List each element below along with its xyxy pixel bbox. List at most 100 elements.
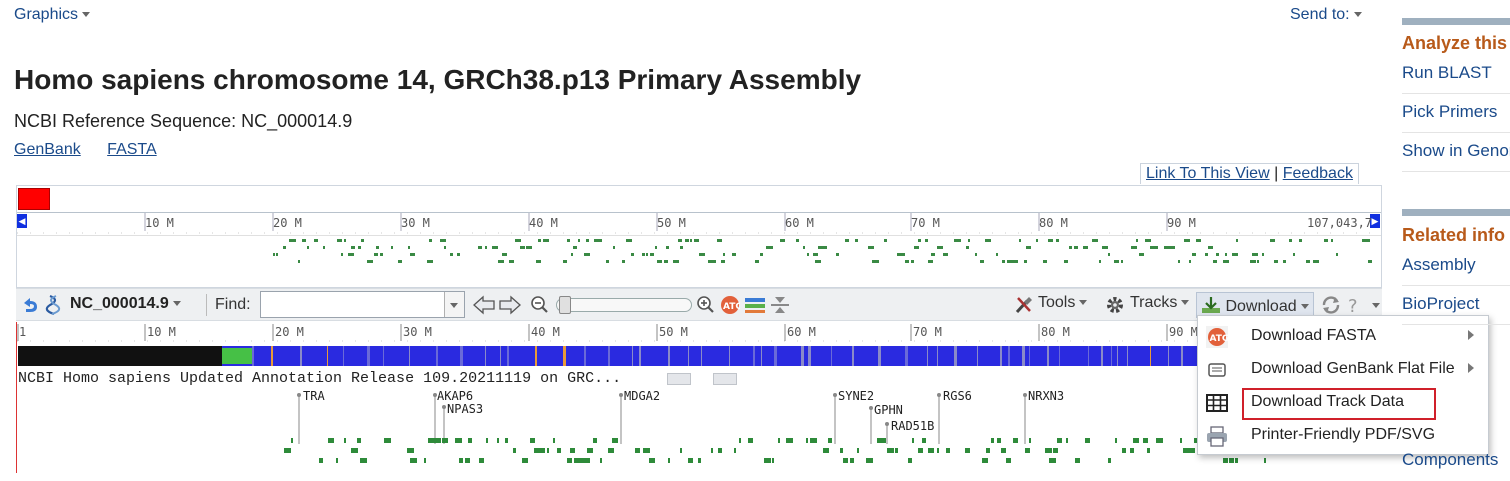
- sequence-id: NC_000014.9: [70, 295, 169, 312]
- zoom-in-icon[interactable]: [696, 295, 716, 315]
- tools-label: Tools: [1038, 294, 1076, 311]
- overview-gene-mark: [664, 260, 668, 263]
- pan-arrows-icon[interactable]: [472, 294, 522, 316]
- main-tick-label: 70 M: [913, 325, 942, 339]
- back-arrow-icon[interactable]: [20, 295, 40, 315]
- gene-mark: [772, 458, 774, 463]
- overview-panel[interactable]: ◀ ▶ 10 M 20 M 30 M 40 M 50 M 60 M 70 M 8…: [16, 185, 1382, 288]
- collapse-icon[interactable]: [770, 295, 790, 315]
- send-to-menu[interactable]: Send to:: [1290, 6, 1362, 24]
- feedback-link[interactable]: Feedback: [1283, 165, 1353, 182]
- tools-icon: [1015, 297, 1032, 314]
- tracks-menu[interactable]: Tracks: [1130, 294, 1190, 312]
- atg-icon[interactable]: ATG: [720, 295, 740, 315]
- gene-mark: [965, 448, 970, 453]
- ideogram-band: [729, 346, 730, 366]
- zoom-slider-handle[interactable]: [559, 296, 571, 314]
- tools-menu[interactable]: Tools: [1038, 294, 1088, 312]
- gene-mark: [806, 438, 808, 443]
- tracks-config-icon[interactable]: [744, 296, 766, 314]
- gene-mark: [557, 448, 561, 453]
- gene-mark: [887, 448, 894, 453]
- overview-gene-mark: [380, 253, 383, 256]
- gene-label[interactable]: TRA: [303, 389, 325, 403]
- overview-gene-mark: [818, 246, 824, 249]
- ideogram-band: [852, 346, 854, 366]
- genbank-link[interactable]: GenBank: [14, 141, 81, 158]
- track-scroll-right-icon[interactable]: [713, 373, 737, 385]
- sequence-main-view[interactable]: 1 10 M 20 M 30 M 40 M 50 M 60 M 70 M 80 …: [16, 322, 1383, 473]
- graphics-menu[interactable]: Graphics: [14, 6, 91, 24]
- ideogram-band: [327, 346, 328, 366]
- gene-mark: [912, 438, 914, 443]
- overview-gene-mark: [905, 260, 909, 263]
- sidebar-item-components[interactable]: Components: [1402, 442, 1510, 481]
- ideogram-band: [1029, 346, 1030, 366]
- sidebar-item-bioproject[interactable]: BioProject: [1402, 286, 1510, 325]
- overview-gene-mark: [1184, 239, 1186, 242]
- overview-gene-mark: [597, 239, 602, 242]
- ideogram-heterochromatin: [18, 346, 222, 366]
- gene-label[interactable]: GPHN: [874, 403, 903, 417]
- overview-gene-mark: [699, 253, 705, 256]
- gene-label[interactable]: MDGA2: [624, 389, 660, 403]
- gene-mark: [1049, 458, 1056, 463]
- zoom-slider[interactable]: [556, 296, 692, 314]
- gene-mark: [734, 448, 736, 453]
- submenu-arrow-icon: [1468, 363, 1474, 373]
- sequence-selector[interactable]: NC_000014.9: [70, 295, 181, 313]
- gene-mark: [1264, 458, 1266, 463]
- chromosome-ideogram[interactable]: [18, 346, 1382, 366]
- download-icon: [1202, 297, 1220, 313]
- overview-gene-mark: [868, 246, 874, 249]
- find-dropdown-button[interactable]: [444, 292, 464, 317]
- gene-label[interactable]: NRXN3: [1028, 389, 1064, 403]
- overview-gene-mark: [292, 239, 296, 242]
- gene-mark: [1147, 448, 1150, 453]
- gene-mark: [455, 438, 462, 443]
- overview-gene-mark: [980, 260, 984, 263]
- gene-mark: [1066, 438, 1068, 443]
- gene-mark: [593, 438, 597, 443]
- gene-label[interactable]: NPAS3: [447, 402, 483, 416]
- menu-item-download-genbank[interactable]: Download GenBank Flat File: [1198, 353, 1488, 386]
- link-to-view-link[interactable]: Link To This View: [1146, 165, 1270, 182]
- overview-gene-mark: [931, 253, 935, 256]
- sidebar-item-assembly[interactable]: Assembly: [1402, 247, 1510, 286]
- fasta-link[interactable]: FASTA: [107, 141, 157, 158]
- chevron-down-icon: [450, 303, 458, 309]
- sidebar-item-pick-primers[interactable]: Pick Primers: [1402, 94, 1510, 133]
- overview-gene-mark: [807, 253, 809, 256]
- gene-mark: [882, 438, 886, 443]
- sidebar-item-show-in-genome[interactable]: Show in Genome: [1402, 133, 1510, 172]
- track-scroll-left-icon[interactable]: [667, 373, 691, 385]
- overview-gene-mark: [985, 239, 991, 242]
- main-tick-label: 20 M: [275, 325, 304, 339]
- chevron-down-icon[interactable]: [1372, 303, 1380, 308]
- gene-mark: [1085, 438, 1090, 443]
- find-input[interactable]: [260, 291, 465, 318]
- gene-mark: [866, 458, 873, 463]
- overview-view-marker[interactable]: [18, 188, 50, 210]
- ideogram-band: [808, 346, 811, 366]
- sidebar-item-run-blast[interactable]: Run BLAST: [1402, 55, 1510, 94]
- gene-label[interactable]: SYNE2: [838, 389, 874, 403]
- zoom-out-icon[interactable]: [530, 295, 550, 315]
- gene-label[interactable]: RGS6: [943, 389, 972, 403]
- refresh-icon[interactable]: [1320, 295, 1342, 315]
- overview-gene-mark: [1074, 246, 1078, 249]
- gene-label[interactable]: AKAP6: [437, 389, 473, 403]
- overview-gene-mark: [1270, 239, 1275, 242]
- overview-gene-mark: [1186, 239, 1190, 242]
- gene-mark: [937, 448, 939, 453]
- help-icon[interactable]: ?: [1346, 294, 1364, 316]
- main-tick-label: 60 M: [787, 325, 816, 339]
- gene-mark: [486, 438, 488, 443]
- overview-gene-mark: [1108, 253, 1110, 256]
- flatfile-icon: [1208, 363, 1226, 377]
- overview-gene-mark: [344, 239, 346, 242]
- overview-gene-mark: [803, 246, 805, 249]
- gene-label[interactable]: RAD51B: [891, 419, 934, 433]
- main-tick-label: 10 M: [147, 325, 176, 339]
- gene-mark: [814, 438, 817, 443]
